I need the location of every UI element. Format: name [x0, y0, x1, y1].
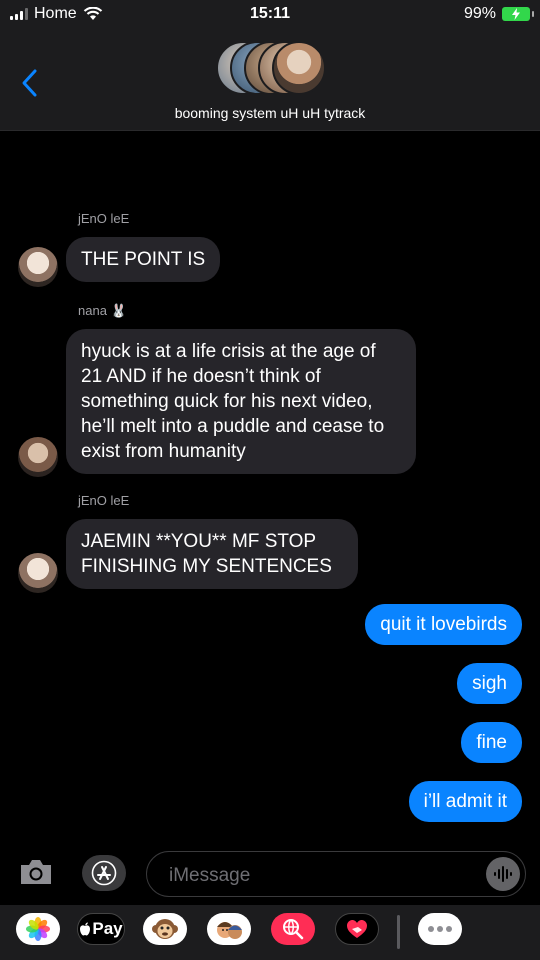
memoji-icon — [217, 922, 242, 939]
apple-pay-label: Pay — [92, 919, 123, 938]
sender-name: jEnO leE — [78, 493, 130, 508]
incoming-message[interactable]: JAEMIN **YOU** MF STOP FINISHING MY SENT… — [66, 519, 358, 589]
outgoing-message[interactable]: sigh — [457, 663, 522, 704]
sender-name: nana 🐰 — [78, 303, 127, 318]
apple-logo-icon — [80, 922, 91, 936]
more-apps-button[interactable] — [418, 913, 462, 945]
clock: 15:11 — [249, 5, 291, 22]
more-icon — [428, 926, 452, 932]
animoji-app-button[interactable] — [143, 913, 187, 945]
avatar — [18, 437, 58, 477]
voice-message-button[interactable] — [486, 857, 520, 891]
memoji-app-button[interactable] — [207, 913, 251, 945]
photos-icon — [26, 917, 50, 941]
group-name[interactable]: booming system uH uH tytrack — [0, 105, 540, 121]
app-store-icon — [91, 860, 117, 886]
incoming-message[interactable]: hyuck is at a life crisis at the age of … — [66, 329, 416, 474]
heart-hand-icon — [347, 920, 367, 938]
digital-touch-app-button[interactable] — [335, 913, 379, 945]
camera-icon[interactable] — [18, 857, 54, 887]
avatar — [18, 247, 58, 287]
status-bar: Home 15:11 99% — [0, 0, 540, 30]
avatar — [18, 553, 58, 593]
globe-search-icon — [283, 919, 304, 940]
outgoing-message[interactable]: i’ll admit it — [408, 781, 522, 822]
photos-app-button[interactable] — [16, 913, 60, 945]
battery-percent: 99% — [463, 5, 496, 22]
back-chevron-icon[interactable] — [18, 68, 42, 98]
search-images-app-button[interactable] — [271, 913, 315, 945]
outgoing-message[interactable]: fine — [461, 722, 522, 763]
imessage-input[interactable]: iMessage — [146, 851, 526, 897]
battery-charging-icon — [502, 7, 534, 21]
conversation-header: booming system uH uH tytrack — [0, 30, 540, 131]
monkey-icon — [152, 919, 178, 939]
status-right: 99% — [463, 5, 534, 23]
waveform-icon — [494, 866, 512, 882]
sender-name: jEnO leE — [78, 211, 130, 226]
group-avatars[interactable] — [216, 41, 326, 97]
message-thread: jEnO leE THE POINT IS nana 🐰 hyuck is at… — [0, 131, 540, 843]
outgoing-message[interactable]: quit it lovebirds — [365, 604, 522, 645]
imessage-app-strip: Pay — [0, 905, 540, 960]
input-placeholder: iMessage — [169, 865, 251, 886]
app-store-button[interactable] — [82, 855, 126, 891]
app-strip-divider — [397, 915, 400, 949]
compose-bar: iMessage — [0, 843, 540, 905]
apple-pay-button[interactable]: Pay — [77, 913, 125, 945]
incoming-message[interactable]: THE POINT IS — [66, 237, 221, 282]
avatar — [272, 41, 326, 95]
